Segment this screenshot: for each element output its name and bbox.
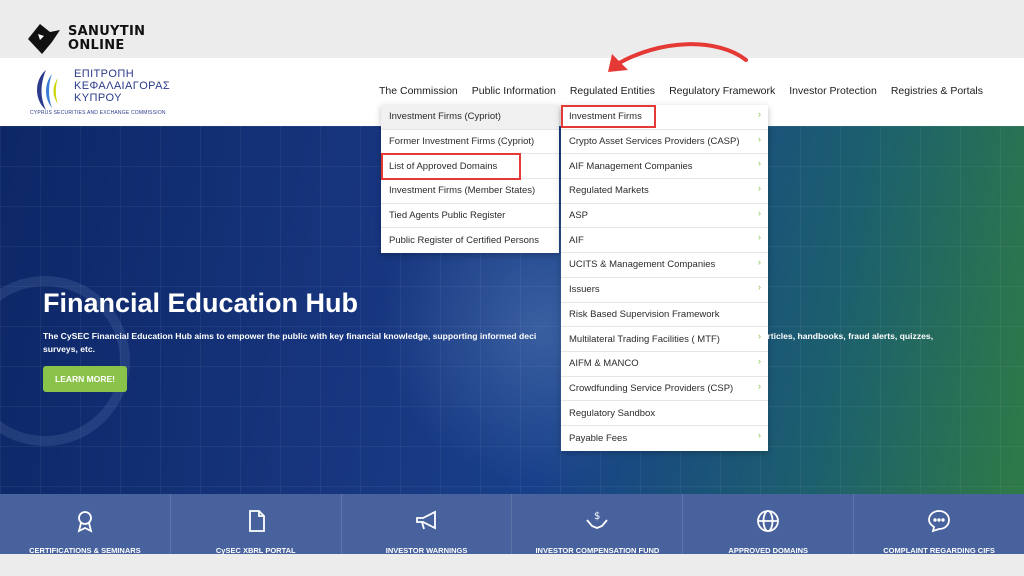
- chevron-right-icon: ›: [758, 355, 761, 366]
- menu-item-payable-fees[interactable]: Payable Fees ›: [561, 426, 768, 451]
- menu-item-asp[interactable]: ASP ›: [561, 204, 768, 229]
- menu-item-label: Regulated Markets: [569, 185, 649, 197]
- quick-link-label: APPROVED DOMAINS: [728, 546, 809, 555]
- watermark-brand: SANUYTIN ONLINE: [26, 22, 145, 56]
- nav-registries-portals[interactable]: Registries & Portals: [884, 85, 990, 97]
- menu-item-label: Regulatory Sandbox: [569, 407, 656, 419]
- quick-link-xbrl-portal[interactable]: CySEC XBRL PORTAL: [171, 494, 342, 555]
- quick-link-approved-domains[interactable]: APPROVED DOMAINS: [683, 494, 855, 555]
- menu-item-label: AIF: [569, 234, 584, 246]
- quick-link-label: CERTIFICATIONS & SEMINARS: [29, 546, 141, 555]
- quick-links-band: CERTIFICATIONS & SEMINARS CySEC XBRL POR…: [0, 494, 1024, 555]
- hero-description-line2: surveys, etc.: [43, 344, 96, 354]
- menu-item-aif-management[interactable]: AIF Management Companies ›: [561, 154, 768, 180]
- hands-money-icon: $: [586, 511, 609, 529]
- chevron-right-icon: ›: [758, 257, 761, 268]
- menu-item-former-investment-firms[interactable]: Former Investment Firms (Cypriot): [381, 130, 559, 155]
- chevron-right-icon: ›: [758, 183, 761, 194]
- cysec-logo[interactable]: ΕΠΙΤΡΟΠΗ ΚΕΦΑΛΑΙΑΓΟΡΑΣ ΚΥΠΡΟΥ: [28, 66, 170, 114]
- menu-item-label: AIF Management Companies: [569, 160, 693, 172]
- quick-link-investor-warnings[interactable]: INVESTOR WARNINGS: [342, 494, 513, 555]
- highlight-approved-domains: [381, 153, 521, 180]
- chevron-right-icon: ›: [758, 281, 761, 292]
- menu-item-issuers[interactable]: Issuers ›: [561, 278, 768, 303]
- chevron-right-icon: ›: [758, 207, 761, 218]
- chevron-right-icon: ›: [758, 109, 761, 119]
- logo-subtitle: CYPRUS SECURITIES AND EXCHANGE COMMISSIO…: [30, 110, 166, 116]
- hero-title: Financial Education Hub: [43, 288, 359, 318]
- quick-link-label: COMPLAINT REGARDING CIFS: [883, 546, 995, 555]
- learn-more-button[interactable]: LEARN MORE!: [43, 366, 127, 392]
- nav-regulatory-framework[interactable]: Regulatory Framework: [662, 85, 782, 97]
- menu-item-regulated-markets[interactable]: Regulated Markets ›: [561, 179, 768, 204]
- chevron-right-icon: ›: [758, 331, 761, 342]
- menu-item-label: Crypto Asset Services Providers (CASP): [569, 136, 740, 148]
- quick-link-label: INVESTOR COMPENSATION FUND: [535, 546, 660, 555]
- menu-item-risk-based-supervision[interactable]: Risk Based Supervision Framework: [561, 303, 768, 328]
- menu-item-regulatory-sandbox[interactable]: Regulatory Sandbox: [561, 401, 768, 426]
- menu-item-label: AIFM & MANCO: [569, 358, 639, 370]
- menu-item-label: ASP: [569, 210, 589, 222]
- menu-item-certified-persons[interactable]: Public Register of Certified Persons: [381, 228, 559, 253]
- menu-item-aifm-manco[interactable]: AIFM & MANCO ›: [561, 352, 768, 377]
- cysec-emblem-icon: [37, 70, 58, 110]
- main-nav: The Commission Public Information Regula…: [372, 85, 990, 97]
- hero-description-text: The CySEC Financial Education Hub aims t…: [43, 331, 537, 341]
- menu-item-mtf[interactable]: Multilateral Trading Facilities ( MTF) ›: [561, 327, 768, 352]
- megaphone-icon: [415, 510, 436, 530]
- chevron-right-icon: ›: [758, 429, 761, 440]
- nav-public-information[interactable]: Public Information: [465, 85, 563, 97]
- svg-text:$: $: [594, 511, 600, 522]
- quick-link-label: INVESTOR WARNINGS: [385, 546, 468, 555]
- chevron-right-icon: ›: [758, 232, 761, 243]
- logo-line3: ΚΥΠΡΟΥ: [74, 92, 122, 104]
- logo-line1: ΕΠΙΤΡΟΠΗ: [74, 68, 135, 80]
- document-icon: [248, 510, 265, 532]
- menu-item-label: Risk Based Supervision Framework: [569, 308, 720, 320]
- menu-item-label: Crowdfunding Service Providers (CSP): [569, 382, 734, 394]
- wolf-logo-icon: [28, 24, 60, 54]
- quick-link-compensation-fund[interactable]: $ INVESTOR COMPENSATION FUND: [512, 494, 684, 555]
- menu-item-label: Payable Fees: [569, 432, 628, 444]
- menu-item-csp[interactable]: Crowdfunding Service Providers (CSP) ›: [561, 377, 768, 402]
- menu-item-aif[interactable]: AIF ›: [561, 228, 768, 254]
- watermark-line2: ONLINE: [68, 38, 125, 53]
- certificate-icon: [77, 511, 93, 533]
- nav-investor-protection[interactable]: Investor Protection: [782, 85, 884, 97]
- hero-description: The CySEC Financial Education Hub aims t…: [43, 330, 973, 356]
- quick-link-complaints[interactable]: COMPLAINT REGARDING CIFS: [854, 494, 1024, 555]
- menu-item-label: Issuers: [569, 284, 600, 296]
- nav-regulated-entities[interactable]: Regulated Entities: [563, 85, 662, 97]
- globe-icon: [757, 510, 780, 532]
- screenshot-frame: SANUYTIN ONLINE ΕΠΙΤΡΟΠΗ ΚΕΦΑΛΑΙΑΓΟΡΑΣ Κ…: [0, 0, 1024, 576]
- watermark-line1: SANUYTIN: [68, 24, 146, 39]
- annotation-arrow-icon: [608, 42, 748, 72]
- menu-item-tied-agents[interactable]: Tied Agents Public Register: [381, 204, 559, 229]
- menu-item-investment-firms-member-states[interactable]: Investment Firms (Member States): [381, 179, 559, 204]
- chevron-right-icon: ›: [758, 158, 761, 169]
- menu-item-label: Multilateral Trading Facilities ( MTF): [569, 333, 720, 345]
- highlight-investment-firms: [561, 105, 656, 128]
- quick-link-label: CySEC XBRL PORTAL: [215, 546, 296, 555]
- menu-item-ucits[interactable]: UCITS & Management Companies ›: [561, 253, 768, 278]
- chevron-right-icon: ›: [758, 133, 761, 144]
- chevron-right-icon: ›: [758, 380, 761, 391]
- menu-item-investment-firms-cypriot[interactable]: Investment Firms (Cypriot): [381, 105, 559, 130]
- logo-line2: ΚΕΦΑΛΑΙΑΓΟΡΑΣ: [74, 80, 171, 92]
- menu-item-label: UCITS & Management Companies: [569, 259, 716, 271]
- dropdown-regulated-entities: Investment Firms › Crypto Asset Services …: [561, 105, 768, 451]
- hero-description-tail: es, articles, handbooks, fraud alerts, q…: [748, 331, 934, 341]
- menu-item-casp[interactable]: Crypto Asset Services Providers (CASP) ›: [561, 130, 768, 155]
- quick-link-certifications[interactable]: CERTIFICATIONS & SEMINARS: [0, 494, 171, 555]
- chat-icon: [928, 510, 950, 533]
- nav-the-commission[interactable]: The Commission: [372, 85, 465, 97]
